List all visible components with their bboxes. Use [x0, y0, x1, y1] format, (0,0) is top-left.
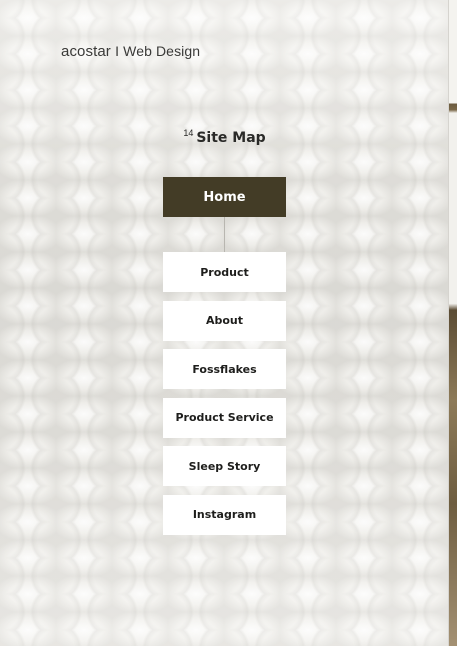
- sitemap-node-instagram[interactable]: Instagram: [163, 494, 286, 535]
- logo-tagline: I Web Design: [115, 43, 201, 59]
- page-title: Site Map: [196, 130, 266, 146]
- sitemap-node-product-service[interactable]: Product Service: [163, 397, 286, 438]
- next-slide-preview: [448, 0, 457, 646]
- sitemap-tree: Home Product About Fossflakes Product Se…: [163, 177, 286, 535]
- sitemap-connector: [224, 217, 225, 252]
- section-number: 14: [183, 128, 194, 138]
- sitemap-node-home[interactable]: Home: [163, 177, 286, 217]
- section-title: 14 Site Map: [0, 127, 449, 146]
- logo-brand: acostar: [61, 43, 111, 60]
- sitemap-node-about[interactable]: About: [163, 300, 286, 341]
- sitemap-node-fossflakes[interactable]: Fossflakes: [163, 349, 286, 389]
- sitemap-node-sleep-story[interactable]: Sleep Story: [163, 446, 286, 486]
- logo[interactable]: acostar I Web Design: [61, 43, 200, 60]
- sitemap-node-product[interactable]: Product: [163, 252, 286, 292]
- page-background: acostar I Web Design 14 Site Map Home Pro…: [0, 0, 457, 646]
